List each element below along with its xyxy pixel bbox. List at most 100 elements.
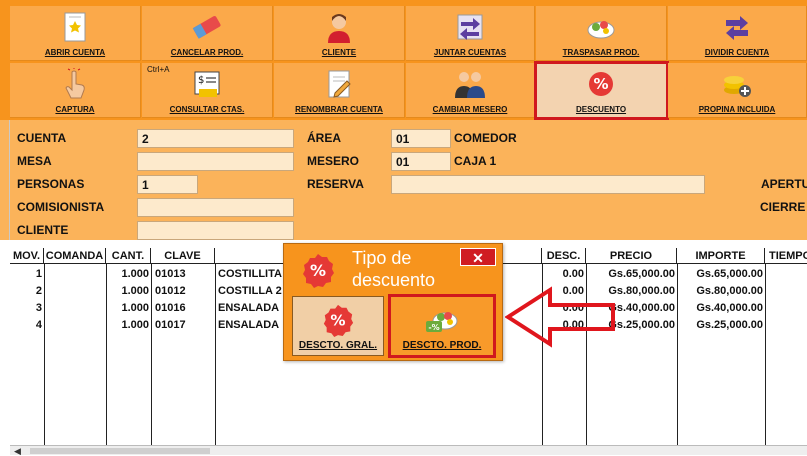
cell-precio: Gs.65,000.00 [608,268,675,280]
svg-text:%: % [330,312,345,330]
mesero-name: CAJA 1 [454,154,497,168]
cell-mov: 4 [35,319,42,331]
col-header-tiempo: TIEMPO [765,248,807,264]
cell-importe: Gs.25,000.00 [696,319,763,331]
cell-mov: 3 [35,302,42,314]
cell-clave: 01013 [155,268,186,280]
cliente-input[interactable] [137,221,294,240]
cell-cant: 1.000 [121,302,149,314]
comisionista-label: COMISIONISTA [17,200,105,214]
col-header-cant: CANT. [106,248,151,264]
descto-prod-button[interactable]: -% DESCTO. PROD. [388,294,496,358]
cell-importe: Gs.40,000.00 [696,302,763,314]
reserva-label: RESERVA [307,177,364,191]
horizontal-scrollbar[interactable]: ◀ [10,445,807,456]
annotation-arrow-icon [504,286,617,348]
dialog-title: Tipo de descuento [352,248,436,290]
mesero-code-input[interactable]: 01 [391,152,451,171]
propina-incluida-button[interactable]: PROPINA INCLUIDA [668,63,807,118]
mesa-label: MESA [17,154,52,168]
renombrar-cuenta-label: RENOMBRAR CUENTA [295,105,383,114]
col-header-clave: CLAVE [151,248,215,264]
consultar-shortcut: Ctrl+A [147,65,170,74]
rename-pencil-icon [322,67,356,101]
cell-importe: Gs.65,000.00 [696,268,763,280]
split-arrows-icon [720,10,754,44]
coins-plus-icon [720,67,754,101]
area-label: ÁREA [307,131,342,145]
personas-label: PERSONAS [17,177,85,191]
cierre-label: CIERRE [760,200,806,214]
scroll-thumb[interactable] [30,448,210,454]
percent-badge-icon: % [321,303,355,342]
col-header-comanda: COMANDA [44,248,106,264]
cell-cant: 1.000 [121,268,149,280]
cell-clave: 01016 [155,302,186,314]
apertura-label: APERTU [761,177,807,191]
cliente-button[interactable]: CLIENTE [274,6,405,61]
discount-type-dialog: % Tipo de descuento ✕ % DESCTO. GRAL. -%… [283,243,503,361]
captura-label: CAPTURA [55,105,95,114]
cell-descripcion: COSTILLITA [218,268,282,280]
cambiar-mesero-label: CAMBIAR MESERO [432,105,508,114]
col-header-importe: IMPORTE [677,248,765,264]
cancelar-prod-label: CANCELAR PROD. [170,48,244,57]
cancelar-prod-button[interactable]: CANCELAR PROD. [142,6,273,61]
food-discount-icon: -% [423,303,461,342]
traspasar-prod-button[interactable]: TRASPASAR PROD. [536,6,667,61]
cuenta-input[interactable]: 2 [137,129,294,148]
receipt-star-icon [58,10,92,44]
transfer-food-icon [584,10,618,44]
cambiar-mesero-button[interactable]: CAMBIAR MESERO [406,63,535,118]
dialog-close-button[interactable]: ✕ [460,248,496,266]
cell-clave: 01012 [155,285,186,297]
personas-input[interactable]: 1 [137,175,198,194]
descuento-button[interactable]: % DESCUENTO [534,61,669,120]
person-icon [322,10,356,44]
consultar-ctas-label: CONSULTAR CTAS. [169,105,245,114]
cell-cant: 1.000 [121,319,149,331]
traspasar-prod-label: TRASPASAR PROD. [562,48,640,57]
svg-text:$: $ [198,75,204,86]
cell-descripcion: ENSALADA [218,302,280,314]
money-bill-icon: $ [190,67,224,101]
cell-desc: 0.00 [562,268,584,280]
juntar-cuentas-button[interactable]: JUNTAR CUENTAS [406,6,535,61]
svg-text:%: % [593,75,608,93]
cell-importe: Gs.80,000.00 [696,285,763,297]
cell-mov: 2 [35,285,42,297]
merge-arrows-icon [453,10,487,44]
propina-incluida-label: PROPINA INCLUIDA [698,105,776,114]
abrir-cuenta-button[interactable]: ABRIR CUENTA [10,6,141,61]
cell-descripcion: ENSALADA [218,319,280,331]
cell-mov: 1 [35,268,42,280]
account-form: CUENTA 2 MESA PERSONAS 1 COMISIONISTA CL… [10,120,807,240]
cliente-label: CLIENTE [17,223,69,237]
dividir-cuenta-button[interactable]: DIVIDIR CUENTA [668,6,807,61]
cell-descripcion: COSTILLA 2 [218,285,282,297]
reserva-input[interactable] [391,175,705,194]
col-header-mov: MOV. [10,248,44,264]
descuento-label: DESCUENTO [575,105,627,114]
descto-prod-label: DESCTO. PROD. [402,340,482,351]
descto-gral-label: DESCTO. GRAL. [298,340,378,351]
renombrar-cuenta-button[interactable]: RENOMBRAR CUENTA [274,63,405,118]
mesa-input[interactable] [137,152,294,171]
cliente-label: CLIENTE [321,48,357,57]
juntar-cuentas-label: JUNTAR CUENTAS [433,48,507,57]
area-code-input[interactable]: 01 [391,129,451,148]
consultar-ctas-button[interactable]: Ctrl+A $ CONSULTAR CTAS. [142,63,273,118]
dividir-cuenta-label: DIVIDIR CUENTA [704,48,770,57]
eraser-icon [190,10,224,44]
area-name: COMEDOR [454,131,517,145]
left-strip [0,120,10,240]
mesero-label: MESERO [307,154,360,168]
percent-badge-icon: % [584,67,618,101]
cell-clave: 01017 [155,319,186,331]
captura-button[interactable]: CAPTURA [10,63,141,118]
descto-gral-button[interactable]: % DESCTO. GRAL. [292,296,384,356]
touch-hand-icon [58,67,92,101]
comisionista-input[interactable] [137,198,294,217]
toolbar: ABRIR CUENTA CANCELAR PROD. CLIENTE JUNT… [0,6,807,120]
svg-text:%: % [310,261,326,280]
